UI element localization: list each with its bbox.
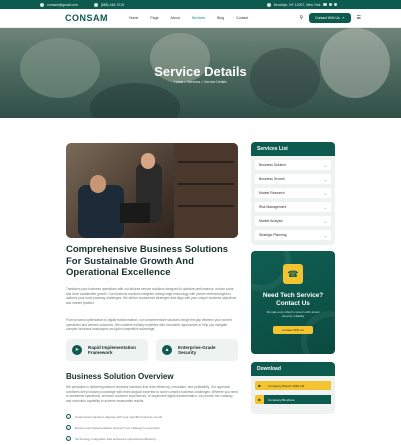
service-link-market-analysis[interactable]: Market Analysis →	[255, 216, 331, 226]
service-link-business-growth[interactable]: Business Growth →	[255, 174, 331, 184]
cta-contact-button[interactable]: Contact With Us	[273, 326, 313, 334]
file-icon: ■	[255, 381, 264, 390]
search-icon[interactable]: ⚲	[300, 15, 304, 21]
list-item: ✓ End-to-end implementation support from…	[66, 422, 238, 433]
main-nav: Home Page About Services Blog Contact	[129, 16, 248, 20]
service-image	[66, 143, 238, 238]
top-contact-group: consam@gmail.com (888) 446-7015	[40, 2, 124, 7]
list-item: ✓ Customized solutions aligned with your…	[66, 411, 238, 422]
service-link-strategic-planning[interactable]: Strategic Planning →	[255, 230, 331, 240]
download-item-label: Company Brochure	[264, 395, 331, 404]
download-item-report[interactable]: ■ Company Report 2025.pdf	[255, 381, 331, 390]
list-item-text: End-to-end implementation support from s…	[75, 425, 160, 430]
email-icon	[40, 2, 44, 7]
check-icon: ✓	[66, 436, 71, 441]
breadcrumb-current: Service Details	[204, 80, 227, 84]
contact-button[interactable]: Contact With Us ↗	[309, 13, 351, 23]
arrow-right-icon: →	[323, 190, 327, 196]
breadcrumb-home[interactable]: Home	[174, 80, 183, 84]
main-heading: Comprehensive Business Solutions For Sus…	[66, 244, 229, 278]
nav-about[interactable]: About	[171, 16, 180, 20]
service-link-risk-management[interactable]: Risk Management →	[255, 202, 331, 212]
social-links	[323, 2, 337, 7]
nav-blog[interactable]: Blog	[217, 16, 224, 20]
download-item-label: Company Report 2025.pdf	[264, 381, 331, 390]
checklist: ✓ Customized solutions aligned with your…	[66, 411, 238, 444]
top-phone[interactable]: (888) 446-7015	[101, 3, 124, 7]
nav-contact[interactable]: Contact	[236, 16, 248, 20]
check-icon: ✓	[66, 425, 71, 430]
site-header: CONSAM Home Page About Services Blog Con…	[0, 9, 401, 28]
check-icon: ✓	[66, 414, 71, 419]
service-link-label: Business Solution	[259, 163, 286, 167]
shield-icon: ▲	[162, 345, 172, 355]
page-title: Service Details	[154, 64, 247, 79]
download-panel: Download ■ Company Report 2025.pdf ■ Com…	[251, 362, 335, 414]
hero-banner: Service Details Home > Services > Servic…	[0, 28, 401, 118]
linkedin-icon[interactable]	[333, 2, 337, 7]
list-item-text: Technology integration that enhances ope…	[75, 436, 157, 441]
arrow-right-icon: →	[323, 204, 327, 210]
support-icon: ☎	[283, 264, 303, 284]
intro-paragraph: Transform your business operations with …	[66, 287, 237, 305]
hero-photo-shape	[90, 83, 180, 118]
nav-home[interactable]: Home	[129, 16, 138, 20]
service-link-label: Business Growth	[259, 177, 285, 181]
service-link-label: Strategic Planning	[259, 233, 287, 237]
menu-icon[interactable]: ☰	[357, 15, 361, 21]
top-right-group: Brooklyn, NY 12007, New York	[267, 2, 337, 7]
breadcrumb-services[interactable]: Services	[187, 80, 200, 84]
service-link-market-research[interactable]: Market Research →	[255, 188, 331, 198]
breadcrumb: Home > Services > Service Details	[0, 80, 401, 84]
logo[interactable]: CONSAM	[65, 13, 125, 23]
download-title: Download	[251, 362, 335, 376]
download-item-brochure[interactable]: ■ Company Brochure	[255, 395, 331, 404]
facebook-icon[interactable]	[323, 2, 327, 7]
service-link-label: Market Analysis	[259, 219, 283, 223]
feature-card: ▲ Enterprise-Grade Security	[156, 339, 238, 361]
cta-description: We take every client's concern with utmo…	[266, 310, 320, 318]
feature-label: Enterprise-Grade Security	[178, 344, 216, 355]
list-item: ✓ Technology integration that enhances o…	[66, 433, 238, 444]
arrow-right-icon: →	[323, 162, 327, 168]
header-actions: ⚲ Contact With Us ↗ ☰	[300, 13, 361, 23]
service-link-label: Market Research	[259, 191, 285, 195]
arrow-right-icon: →	[323, 232, 327, 238]
rocket-icon: ➤	[72, 345, 82, 355]
contact-button-label: Contact With Us	[315, 16, 340, 20]
arrow-right-icon: ↗	[341, 16, 345, 20]
file-icon: ■	[255, 395, 264, 404]
phone-icon	[93, 2, 98, 7]
cta-button-label: Contact With Us	[282, 328, 304, 332]
overview-heading: Business Solution Overview	[66, 372, 174, 381]
location-icon	[267, 2, 272, 7]
service-link-label: Risk Management	[259, 205, 287, 209]
services-list-title: Services List	[251, 142, 335, 156]
nav-services[interactable]: Services	[192, 16, 205, 20]
feature-card: ➤ Rapid Implementation Framework	[66, 339, 148, 361]
services-list-panel: Services List Business Solution → Busines…	[251, 142, 335, 245]
hero-photo-shape	[320, 28, 390, 98]
arrow-right-icon: →	[323, 176, 327, 182]
second-paragraph: From process optimization to digital tra…	[66, 318, 232, 332]
list-item-text: Customized solutions aligned with your s…	[75, 414, 163, 419]
twitter-icon[interactable]	[328, 2, 332, 7]
top-bar: consam@gmail.com (888) 446-7015 Brooklyn…	[0, 0, 401, 9]
nav-page[interactable]: Page	[150, 16, 158, 20]
overview-paragraph: We specialize in delivering tailored bus…	[66, 385, 238, 403]
cta-title: Need Tech Service? Contact Us	[262, 292, 324, 307]
feature-label: Rapid Implementation Framework	[88, 344, 136, 355]
top-email[interactable]: consam@gmail.com	[47, 3, 78, 7]
service-link-business-solution[interactable]: Business Solution →	[255, 160, 331, 170]
top-address: Brooklyn, NY 12007, New York	[274, 2, 321, 7]
contact-cta-panel: ☎ Need Tech Service? Contact Us We take …	[251, 251, 335, 354]
arrow-right-icon: →	[323, 218, 327, 224]
